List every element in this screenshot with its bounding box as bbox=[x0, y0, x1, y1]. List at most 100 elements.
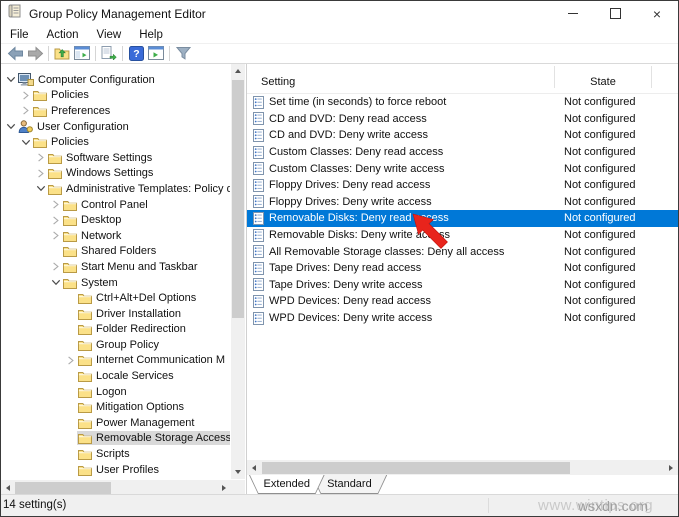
chevron-right-icon[interactable] bbox=[34, 169, 47, 178]
list-row[interactable]: Set time (in seconds) to force reboot Not… bbox=[247, 94, 678, 111]
export-list-icon[interactable] bbox=[99, 45, 119, 62]
up-one-level-icon[interactable] bbox=[52, 45, 72, 62]
folder-icon bbox=[33, 89, 47, 102]
tree-item-start-menu-and-taskbar[interactable]: Start Menu and Taskbar bbox=[1, 259, 230, 275]
menu-item-help[interactable]: Help bbox=[130, 28, 172, 42]
minimize-button[interactable] bbox=[552, 1, 594, 26]
tree-item-ctrl-alt-del-options[interactable]: Ctrl+Alt+Del Options bbox=[1, 290, 230, 306]
list-horizontal-scrollbar[interactable] bbox=[247, 460, 678, 475]
scroll-down-icon[interactable] bbox=[231, 465, 245, 479]
status-divider bbox=[488, 498, 489, 513]
list-row[interactable]: Tape Drives: Deny read access Not configu… bbox=[247, 260, 678, 277]
setting-state: Not configured bbox=[564, 312, 636, 325]
list-row[interactable]: WPD Devices: Deny write access Not config… bbox=[247, 310, 678, 327]
tree-item-scripts[interactable]: Scripts bbox=[1, 446, 230, 462]
chevron-down-icon[interactable] bbox=[4, 75, 17, 84]
tree-item-software-settings[interactable]: Software Settings bbox=[1, 150, 230, 166]
list-row[interactable]: Custom Classes: Deny read access Not conf… bbox=[247, 144, 678, 161]
tree-item-locale-services[interactable]: Locale Services bbox=[1, 368, 230, 384]
list-row[interactable]: All Removable Storage classes: Deny all … bbox=[247, 243, 678, 260]
list-row[interactable]: Removable Disks: Deny read access Not con… bbox=[247, 210, 678, 227]
list-row[interactable]: Removable Disks: Deny write access Not co… bbox=[247, 227, 678, 244]
chevron-right-icon[interactable] bbox=[49, 262, 62, 271]
tree-item-policies[interactable]: Policies bbox=[1, 88, 230, 104]
policy-setting-icon bbox=[253, 145, 264, 159]
tree-item-mitigation-options[interactable]: Mitigation Options bbox=[1, 399, 230, 415]
tree-item-shared-folders[interactable]: Shared Folders bbox=[1, 244, 230, 260]
scroll-right-icon[interactable] bbox=[217, 481, 231, 495]
policy-setting-icon bbox=[253, 178, 264, 192]
tree-item-desktop[interactable]: Desktop bbox=[1, 212, 230, 228]
list-hscroll-thumb[interactable] bbox=[262, 461, 570, 474]
filter-icon[interactable] bbox=[173, 45, 193, 62]
menu-item-action[interactable]: Action bbox=[38, 28, 88, 42]
chevron-down-icon[interactable] bbox=[34, 184, 47, 193]
list-row[interactable]: Floppy Drives: Deny read access Not confi… bbox=[247, 177, 678, 194]
folder-icon bbox=[48, 183, 62, 195]
tree-item-folder-redirection[interactable]: Folder Redirection bbox=[1, 322, 230, 338]
chevron-right-icon[interactable] bbox=[19, 106, 32, 116]
list-row[interactable]: WPD Devices: Deny read access Not configu… bbox=[247, 293, 678, 310]
chevron-right-icon[interactable] bbox=[49, 231, 62, 240]
chevron-right-icon[interactable] bbox=[64, 356, 77, 365]
tree-item-user-configuration[interactable]: User Configuration bbox=[1, 119, 230, 135]
back-icon[interactable] bbox=[5, 45, 25, 62]
menu-item-view[interactable]: View bbox=[88, 28, 131, 42]
tree-item-user-profiles[interactable]: User Profiles bbox=[1, 462, 230, 478]
list-row[interactable]: CD and DVD: Deny write access Not configu… bbox=[247, 127, 678, 144]
tree-vscroll-thumb[interactable] bbox=[232, 80, 244, 318]
close-button[interactable]: × bbox=[636, 1, 678, 26]
chevron-right-icon[interactable] bbox=[49, 200, 62, 209]
tree-item-network[interactable]: Network bbox=[1, 228, 230, 244]
menu-item-file[interactable]: File bbox=[1, 28, 38, 42]
chevron-down-icon[interactable] bbox=[19, 138, 32, 147]
red-annotation-arrow-icon bbox=[412, 213, 448, 249]
folder-icon bbox=[63, 230, 77, 242]
tree-item-computer-configuration[interactable]: Computer Configuration bbox=[1, 72, 230, 88]
policy-setting-icon bbox=[253, 278, 264, 292]
help-icon[interactable]: ? bbox=[126, 45, 146, 62]
tree-item-label: Logon bbox=[96, 385, 127, 398]
maximize-button[interactable] bbox=[594, 1, 636, 26]
tree-item-group-policy[interactable]: Group Policy bbox=[1, 337, 230, 353]
tree-item-logon[interactable]: Logon bbox=[1, 384, 230, 400]
policy-setting-icon bbox=[253, 95, 264, 109]
tab-extended[interactable]: Extended bbox=[249, 475, 325, 494]
tree-horizontal-scrollbar[interactable] bbox=[1, 480, 231, 495]
scroll-left-icon[interactable] bbox=[1, 481, 15, 495]
tree-item-removable-storage-access[interactable]: Removable Storage Access bbox=[1, 431, 230, 447]
tree-item-policies[interactable]: Policies bbox=[1, 134, 230, 150]
list-row[interactable]: Custom Classes: Deny write access Not con… bbox=[247, 160, 678, 177]
list-row[interactable]: Tape Drives: Deny write access Not config… bbox=[247, 277, 678, 294]
tree-item-system[interactable]: System bbox=[1, 275, 230, 291]
tree-item-administrative-templates-policy-de[interactable]: Administrative Templates: Policy de bbox=[1, 181, 230, 197]
scroll-left-icon[interactable] bbox=[247, 461, 261, 475]
console-tree-pane: Computer Configuration Policies Preference… bbox=[1, 64, 247, 495]
tree-item-preferences[interactable]: Preferences bbox=[1, 103, 230, 119]
chevron-right-icon[interactable] bbox=[49, 216, 62, 225]
tree-item-power-management[interactable]: Power Management bbox=[1, 415, 230, 431]
setting-state: Not configured bbox=[564, 162, 636, 175]
chevron-down-icon[interactable] bbox=[49, 278, 62, 287]
scroll-right-icon[interactable] bbox=[664, 461, 678, 475]
tree-item-windows-settings[interactable]: Windows Settings bbox=[1, 166, 230, 182]
chevron-right-icon[interactable] bbox=[19, 91, 32, 100]
taskpad-view-icon[interactable] bbox=[146, 45, 166, 62]
tree-item-driver-installation[interactable]: Driver Installation bbox=[1, 306, 230, 322]
folder-icon bbox=[78, 339, 92, 351]
forward-icon[interactable] bbox=[25, 45, 45, 62]
list-row[interactable]: CD and DVD: Deny read access Not configur… bbox=[247, 111, 678, 128]
setting-state: Not configured bbox=[564, 96, 636, 109]
column-header-state[interactable]: State bbox=[554, 66, 652, 88]
column-header-setting[interactable]: Setting bbox=[261, 76, 295, 88]
tree-item-internet-communication-m[interactable]: Internet Communication M bbox=[1, 353, 230, 369]
tree-vertical-scrollbar[interactable] bbox=[231, 64, 245, 479]
scroll-up-icon[interactable] bbox=[231, 64, 245, 78]
list-row[interactable]: Floppy Drives: Deny write access Not conf… bbox=[247, 194, 678, 211]
tree-item-control-panel[interactable]: Control Panel bbox=[1, 197, 230, 213]
chevron-down-icon[interactable] bbox=[4, 122, 17, 131]
tree-hscroll-thumb[interactable] bbox=[15, 481, 111, 494]
chevron-right-icon[interactable] bbox=[34, 153, 47, 162]
show-console-tree-icon[interactable] bbox=[72, 45, 92, 62]
setting-name: Tape Drives: Deny write access bbox=[269, 278, 423, 291]
